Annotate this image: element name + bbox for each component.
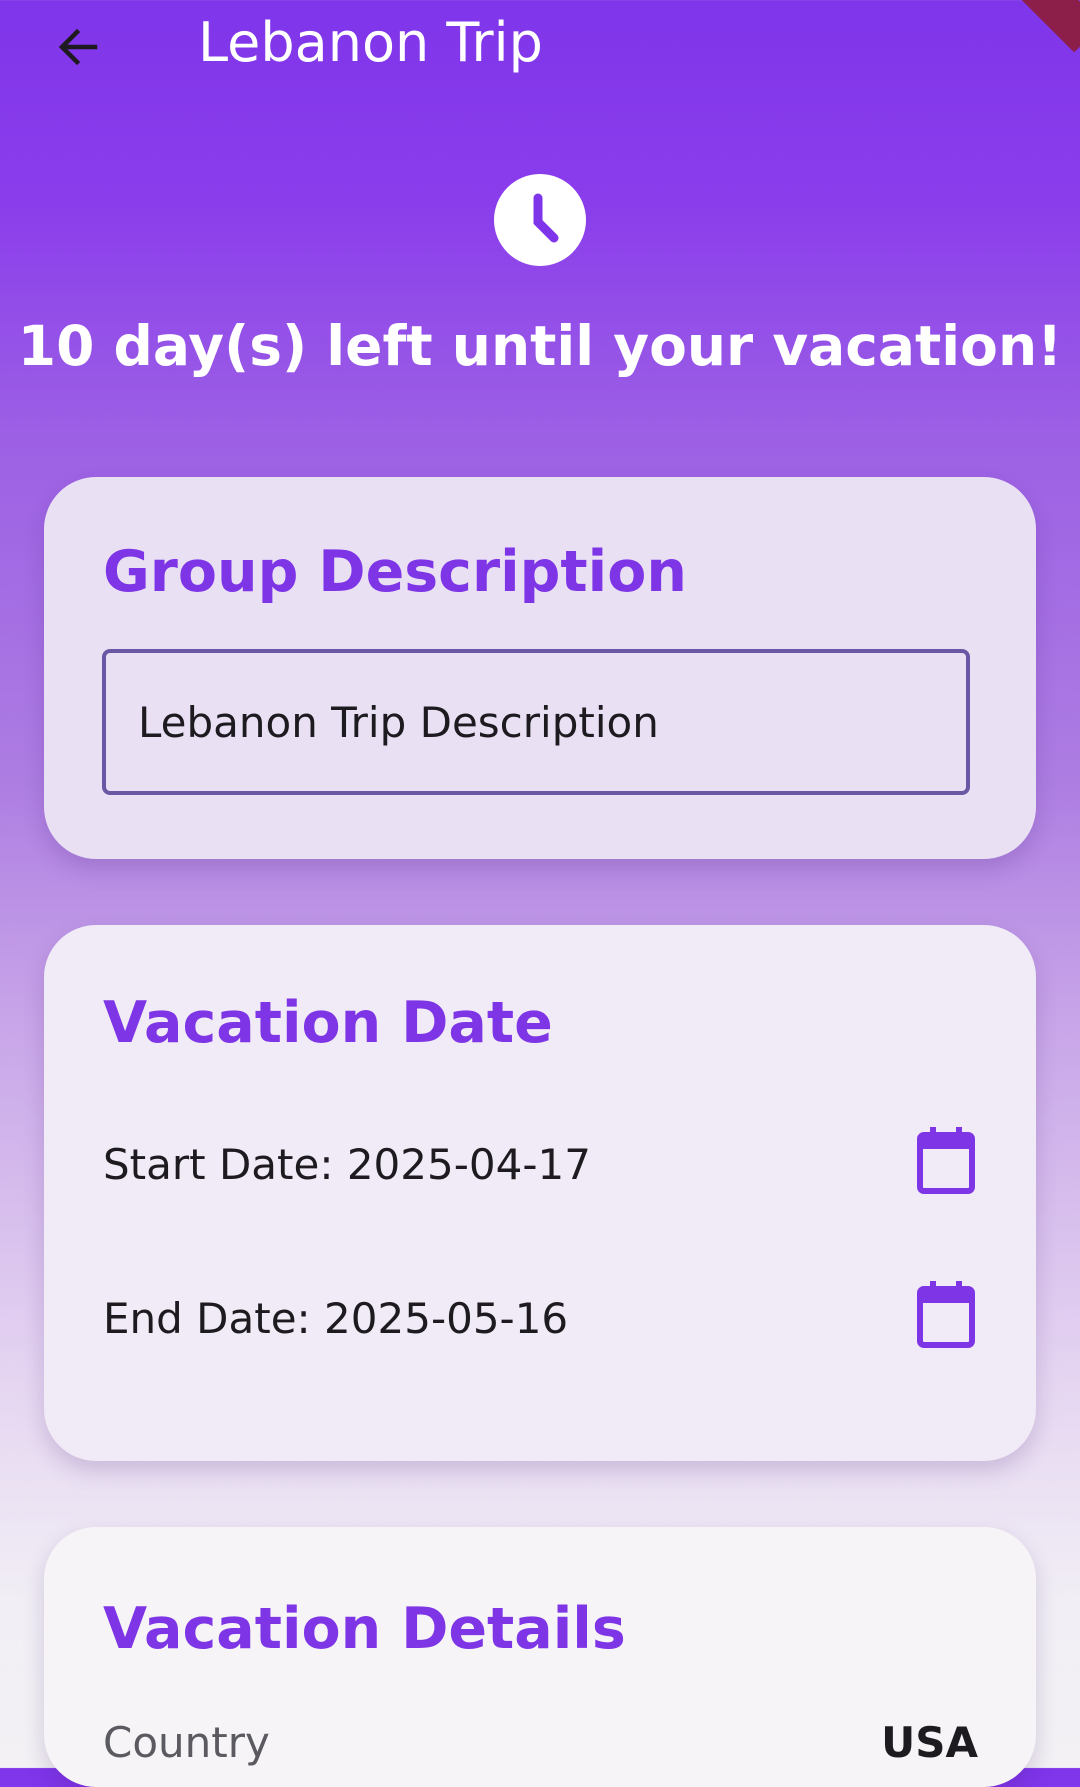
vacation-details-card: Vacation Details Country USA — [44, 1527, 1036, 1787]
calendar-icon — [917, 1281, 975, 1348]
vacation-details-heading: Vacation Details — [103, 1596, 626, 1662]
clock-icon — [494, 174, 586, 266]
group-description-card: Group Description Lebanon Trip Descripti… — [44, 477, 1036, 859]
group-description-heading: Group Description — [103, 539, 687, 605]
start-date-row[interactable]: Start Date: 2025-04-17 — [103, 1125, 976, 1205]
group-description-input[interactable]: Lebanon Trip Description — [102, 649, 970, 795]
group-description-value: Lebanon Trip Description — [138, 698, 659, 747]
end-date-calendar-button[interactable] — [916, 1279, 976, 1349]
app-bar: Lebanon Trip — [0, 0, 1080, 90]
start-date-label: Start Date: 2025-04-17 — [103, 1140, 591, 1189]
calendar-icon — [917, 1127, 975, 1194]
vacation-date-heading: Vacation Date — [103, 990, 553, 1056]
arrow-back-icon — [58, 28, 98, 66]
start-date-calendar-button[interactable] — [916, 1125, 976, 1195]
countdown-text: 10 day(s) left until your vacation! — [17, 314, 1063, 378]
vacation-date-card: Vacation Date Start Date: 2025-04-17 End… — [44, 925, 1036, 1461]
country-label: Country — [103, 1718, 270, 1767]
end-date-label: End Date: 2025-05-16 — [103, 1294, 569, 1343]
end-date-row[interactable]: End Date: 2025-05-16 — [103, 1279, 976, 1359]
country-value: USA — [881, 1718, 978, 1767]
back-button[interactable] — [46, 16, 108, 78]
page-title: Lebanon Trip — [198, 11, 543, 74]
